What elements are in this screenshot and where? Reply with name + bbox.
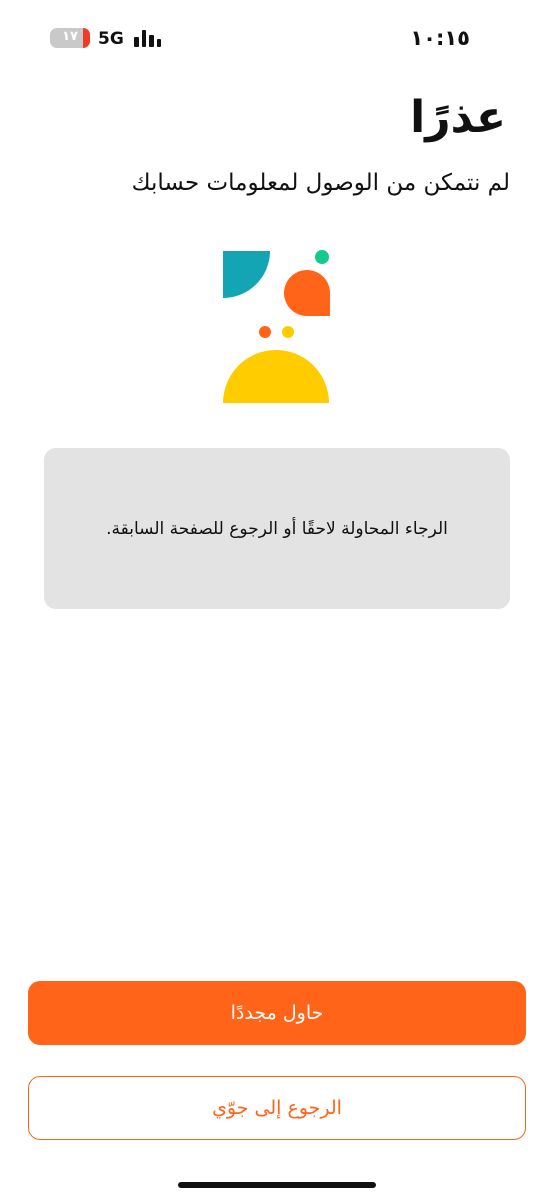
error-message-text: الرجاء المحاولة لاحقًا أو الرجوع للصفحة …	[106, 518, 448, 539]
network-label: 5G	[98, 29, 124, 49]
battery-label: ١٧	[62, 29, 78, 44]
illustration-orange-drop	[284, 270, 330, 316]
illustration-yellow-dot	[282, 326, 294, 338]
page-subtitle: لم نتمكن من الوصول لمعلومات حسابك	[131, 170, 510, 196]
home-indicator[interactable]	[178, 1182, 376, 1188]
signal-icon	[134, 30, 162, 47]
retry-button[interactable]: حاول مجددًا	[28, 981, 526, 1045]
back-to-app-button-label: الرجوع إلى جوّي	[212, 1097, 342, 1119]
retry-button-label: حاول مجددًا	[230, 1002, 324, 1024]
sad-face-illustration	[223, 250, 330, 403]
back-to-app-button[interactable]: الرجوع إلى جوّي	[28, 1076, 526, 1140]
illustration-orange-dot	[259, 326, 271, 338]
illustration-yellow-half-circle	[223, 350, 329, 403]
page-title: عذرًا	[410, 92, 506, 143]
illustration-green-dot	[315, 250, 329, 264]
illustration-teal-shape	[223, 251, 270, 298]
battery-icon: ١٧	[50, 28, 90, 48]
status-time: ١٠:١٥	[410, 26, 470, 50]
error-message-box: الرجاء المحاولة لاحقًا أو الرجوع للصفحة …	[44, 448, 510, 609]
